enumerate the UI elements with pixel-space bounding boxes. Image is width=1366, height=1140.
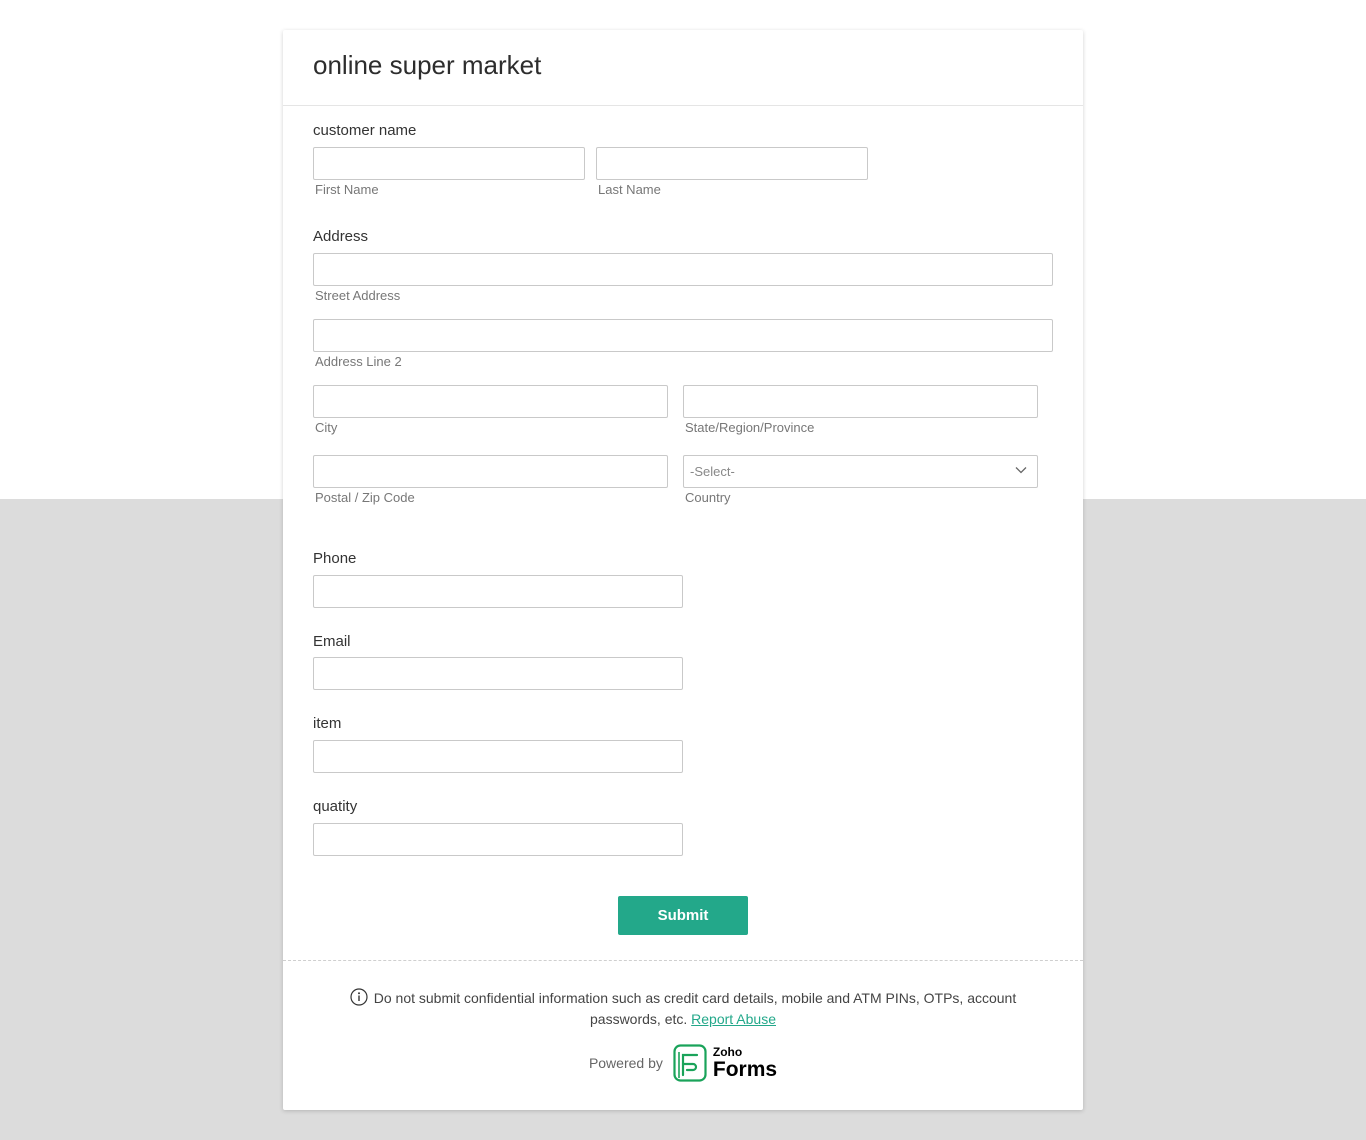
customer-name-label: customer name: [313, 122, 417, 139]
state-input[interactable]: [683, 385, 1038, 418]
item-label: item: [313, 715, 342, 732]
city-input[interactable]: [313, 385, 668, 418]
street-address-sublabel: Street Address: [315, 288, 401, 303]
first-name-input[interactable]: [313, 147, 585, 180]
zoho-forms-brand[interactable]: Zoho Forms: [673, 1044, 777, 1082]
phone-input[interactable]: [313, 575, 683, 608]
powered-by: Powered by Zoho Forms: [283, 1044, 1083, 1084]
address-line2-input[interactable]: [313, 319, 1053, 352]
footer-divider: [283, 960, 1083, 961]
zoho-forms-logo-icon: [673, 1044, 707, 1082]
last-name-sublabel: Last Name: [598, 182, 661, 197]
state-sublabel: State/Region/Province: [685, 420, 815, 435]
chevron-down-icon: [1015, 467, 1027, 474]
first-name-sublabel: First Name: [315, 182, 379, 197]
brand-zoho-text: Zoho: [712, 1045, 743, 1059]
phone-label: Phone: [313, 550, 357, 567]
submit-button[interactable]: Submit: [618, 896, 748, 935]
form-header: online super market: [283, 30, 1083, 106]
form-title: online super market: [313, 50, 542, 80]
powered-by-text: Powered by: [588, 1055, 663, 1071]
zip-code-input[interactable]: [313, 455, 668, 488]
brand-forms-text: Forms: [712, 1058, 778, 1081]
country-select[interactable]: -Select-: [683, 455, 1038, 488]
country-selected-value: -Select-: [690, 464, 735, 479]
item-input[interactable]: [313, 740, 683, 773]
confidential-notice: Do not submit confidential information s…: [323, 988, 1043, 1030]
city-sublabel: City: [315, 420, 338, 435]
form-card: online super market customer name First …: [283, 30, 1083, 1110]
last-name-input[interactable]: [596, 147, 868, 180]
country-sublabel: Country: [685, 490, 731, 505]
street-address-input[interactable]: [313, 253, 1053, 286]
quantity-input[interactable]: [313, 823, 683, 856]
info-circle-icon: [350, 988, 368, 1006]
address-label: Address: [313, 228, 369, 245]
email-input[interactable]: [313, 657, 683, 690]
email-label: Email: [313, 633, 351, 650]
quantity-label: quatity: [313, 798, 358, 815]
zip-code-sublabel: Postal / Zip Code: [315, 490, 415, 505]
report-abuse-link[interactable]: Report Abuse: [691, 1011, 776, 1027]
address-line2-sublabel: Address Line 2: [315, 354, 402, 369]
